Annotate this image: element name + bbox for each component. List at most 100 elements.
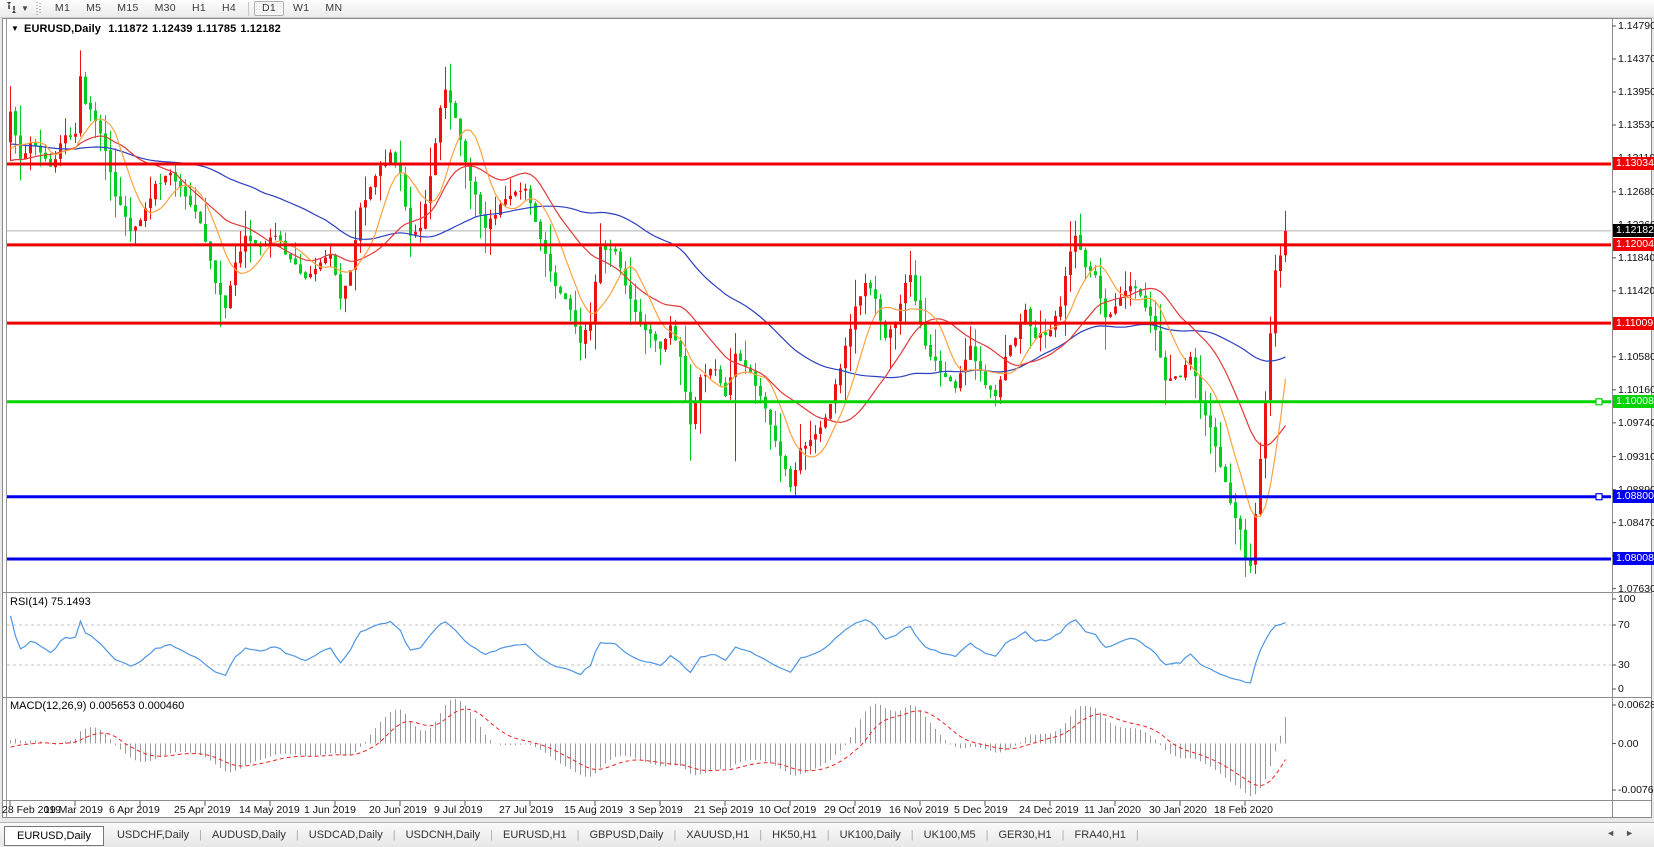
price-axis-label: 1.08470 xyxy=(1618,517,1654,529)
tab-separator: | xyxy=(296,829,299,841)
level-price-label: 1.13034 xyxy=(1613,157,1654,170)
line-handle[interactable] xyxy=(1596,399,1602,405)
macd-signal-line[interactable] xyxy=(11,709,1286,786)
line-handle[interactable] xyxy=(1596,494,1602,500)
chart-tab-audusd-daily[interactable]: AUDUSD,Daily xyxy=(203,826,295,844)
date-axis-label: 11 Jan 2020 xyxy=(1084,804,1141,816)
macd-histogram[interactable] xyxy=(11,699,1286,796)
chart-tab-usdcnh-daily[interactable]: USDCNH,Daily xyxy=(397,826,490,844)
rsi-axis-label: 100 xyxy=(1618,593,1636,605)
chart-tab-gbpusd-daily[interactable]: GBPUSD,Daily xyxy=(580,826,672,844)
rsi-indicator-label: RSI(14) 75.1493 xyxy=(10,596,91,608)
tab-separator: | xyxy=(490,829,493,841)
date-axis-label: 19 Mar 2019 xyxy=(44,804,103,816)
date-axis-label: 6 Apr 2019 xyxy=(109,804,160,816)
chart-title: ▼ EURUSD,Daily 1.11872 1.12439 1.117851.121… xyxy=(11,23,285,35)
macd-panel[interactable] xyxy=(11,699,1286,796)
date-axis-label: 5 Dec 2019 xyxy=(954,804,1008,816)
level-price-label: 1.12004 xyxy=(1613,238,1654,251)
tab-separator: | xyxy=(577,829,580,841)
date-axis-label: 24 Dec 2019 xyxy=(1019,804,1079,816)
tab-separator: | xyxy=(827,829,830,841)
date-axis-label: 27 Jul 2019 xyxy=(499,804,553,816)
chart-tab-ger30-h1[interactable]: GER30,H1 xyxy=(989,826,1060,844)
macd-axis-label: -0.007658 xyxy=(1618,784,1654,796)
tab-separator: | xyxy=(199,829,202,841)
bear-candle-bodies[interactable] xyxy=(14,77,1252,566)
chart-tab-uk100-daily[interactable]: UK100,Daily xyxy=(831,826,910,844)
rsi-line[interactable] xyxy=(11,616,1286,683)
date-axis-label: 30 Jan 2020 xyxy=(1149,804,1207,816)
rsi-axis-label: 70 xyxy=(1618,619,1630,631)
tab-scroll-left-icon[interactable]: ◄ xyxy=(1606,828,1625,838)
price-axis-label: 1.11840 xyxy=(1618,252,1654,264)
chart-canvas[interactable] xyxy=(0,0,1654,847)
date-axis-label: 16 Nov 2019 xyxy=(889,804,949,816)
date-axis-label: 3 Sep 2019 xyxy=(629,804,683,816)
quote-open: 1.11872 xyxy=(108,23,148,35)
tab-scroll-right-icon[interactable]: ► xyxy=(1625,828,1644,838)
date-axis-label: 25 Apr 2019 xyxy=(174,804,231,816)
macd-indicator-label: MACD(12,26,9) 0.005653 0.000460 xyxy=(10,700,184,712)
date-axis-label: 10 Oct 2019 xyxy=(759,804,816,816)
tab-scroll-controls: ◄► xyxy=(1606,828,1644,838)
date-axis-label: 29 Oct 2019 xyxy=(824,804,881,816)
symbol-label: EURUSD,Daily xyxy=(24,23,101,35)
date-axis-label: 9 Jul 2019 xyxy=(434,804,482,816)
price-axis-label: 1.13950 xyxy=(1618,86,1654,98)
tab-separator: | xyxy=(1062,829,1065,841)
level-price-label: 1.10008 xyxy=(1613,395,1654,408)
price-axis-label: 1.12680 xyxy=(1618,186,1654,198)
mt4-window: ▼ M1M5M15M30H1H4D1W1MN ▼EURUSD,Daily 1.1… xyxy=(0,0,1654,847)
price-axis-label: 1.09310 xyxy=(1618,451,1654,463)
chart-tab-fra40-h1[interactable]: FRA40,H1 xyxy=(1066,826,1135,844)
tab-separator: | xyxy=(393,829,396,841)
price-axis-label: 1.10160 xyxy=(1618,384,1654,396)
price-axis-label: 1.10580 xyxy=(1618,351,1654,363)
chart-tab-usdcad-daily[interactable]: USDCAD,Daily xyxy=(300,826,392,844)
macd-axis-label: 0.00 xyxy=(1618,738,1638,750)
bull-candle-bodies[interactable] xyxy=(9,76,1287,565)
rsi-axis-label: 0 xyxy=(1618,683,1624,695)
chart-tab-eurusd-h1[interactable]: EURUSD,H1 xyxy=(494,826,576,844)
tab-separator: | xyxy=(673,829,676,841)
chart-tabs: EURUSD,DailyUSDCHF,Daily|AUDUSD,Daily|US… xyxy=(2,823,1140,847)
rsi-panel[interactable] xyxy=(7,616,1611,683)
tab-separator: | xyxy=(911,829,914,841)
chart-tab-eurusd-daily[interactable]: EURUSD,Daily xyxy=(4,826,104,846)
price-axis-label: 1.14790 xyxy=(1618,20,1654,32)
symbol-dropdown-icon[interactable]: ▼ xyxy=(11,24,19,33)
quote-low: 1.11785 xyxy=(197,23,237,35)
price-axis-label: 1.09740 xyxy=(1618,417,1654,429)
chart-tab-hk50-h1[interactable]: HK50,H1 xyxy=(763,826,826,844)
rsi-axis-label: 30 xyxy=(1618,659,1630,671)
date-axis-label: 20 Jun 2019 xyxy=(369,804,427,816)
level-price-label: 1.08800 xyxy=(1613,490,1654,503)
date-axis-label: 15 Aug 2019 xyxy=(564,804,623,816)
level-price-label: 1.11009 xyxy=(1613,317,1654,330)
chart-tab-usdchf-daily[interactable]: USDCHF,Daily xyxy=(108,826,198,844)
quote-high: 1.12439 xyxy=(152,23,192,35)
date-axis-label: 18 Feb 2020 xyxy=(1214,804,1273,816)
panel-separator[interactable] xyxy=(3,592,1651,593)
main-price-panel[interactable] xyxy=(7,50,1611,577)
chart-tab-bar: EURUSD,DailyUSDCHF,Daily|AUDUSD,Daily|US… xyxy=(0,822,1654,847)
panel-separator[interactable] xyxy=(3,697,1651,698)
current-price-label: 1.12182 xyxy=(1613,224,1654,237)
panel-separator xyxy=(3,800,1651,801)
price-axis-label: 1.13530 xyxy=(1618,119,1654,131)
ma-slow-line[interactable] xyxy=(11,144,1286,378)
date-axis-label: 1 Jun 2019 xyxy=(304,804,356,816)
tab-separator: | xyxy=(759,829,762,841)
ma-fast-line[interactable] xyxy=(11,119,1286,518)
quote-close: 1.12182 xyxy=(240,23,280,35)
chart-tab-uk100-m5[interactable]: UK100,M5 xyxy=(915,826,985,844)
price-axis-label: 1.11420 xyxy=(1618,285,1654,297)
macd-axis-label: 0.006287 xyxy=(1618,699,1654,711)
ma-mid-line[interactable] xyxy=(11,136,1286,446)
price-axis-label: 1.14370 xyxy=(1618,53,1654,65)
chart-tab-xauusd-h1[interactable]: XAUUSD,H1 xyxy=(677,826,758,844)
date-axis-label: 21 Sep 2019 xyxy=(694,804,754,816)
level-price-label: 1.08008 xyxy=(1613,552,1654,565)
tab-separator: | xyxy=(1136,829,1139,841)
